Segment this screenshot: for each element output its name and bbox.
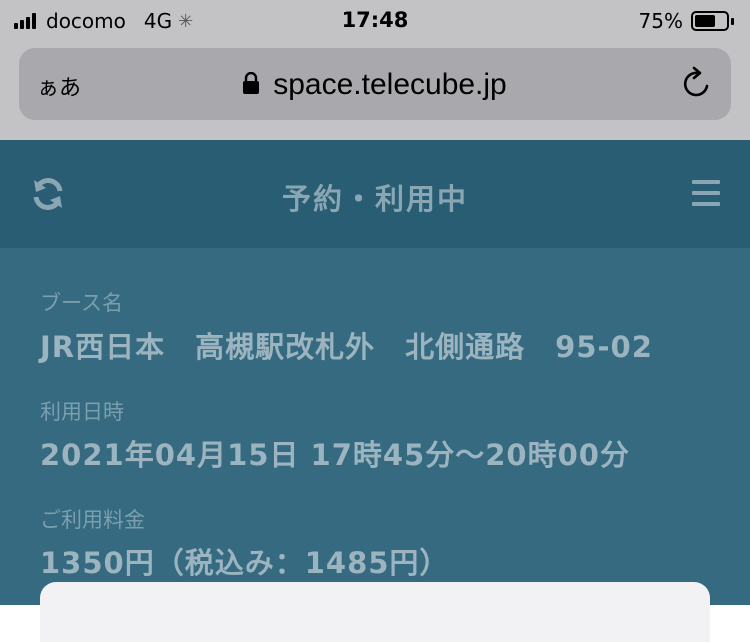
usage-datetime-label: 利用日時 [40, 400, 124, 424]
battery-nub [731, 17, 734, 25]
status-bar: docomo 4G ✳ 17:48 75% [0, 0, 750, 40]
usage-datetime-value: 2021年04月15日 17時45分～20時00分 [40, 438, 630, 472]
fee-value: 1350円（税込み：1485円） [40, 546, 450, 580]
status-right: 75% [639, 9, 734, 33]
url-display[interactable]: space.telecube.jp [19, 68, 731, 102]
lock-icon [243, 71, 260, 98]
battery-percent: 75% [638, 9, 683, 33]
url-text: space.telecube.jp [273, 68, 507, 101]
reload-icon[interactable] [681, 66, 713, 104]
booth-name-label: ブース名 [40, 291, 123, 315]
browser-chrome: ぁあ space.telecube.jp [0, 40, 750, 140]
fee-label: ご利用料金 [40, 508, 145, 532]
hamburger-menu-icon[interactable] [692, 180, 720, 213]
battery-icon [691, 11, 729, 31]
status-time: 17:48 [341, 8, 409, 32]
address-bar[interactable]: ぁあ space.telecube.jp [19, 48, 731, 120]
battery-fill [695, 15, 715, 27]
booth-name-value: JR西日本 高槻駅改札外 北側通路 95-02 [40, 330, 653, 364]
app-header: 予約・利用中 [0, 140, 750, 248]
page-title: 予約・利用中 [281, 182, 468, 216]
bottom-sheet[interactable] [40, 582, 710, 642]
